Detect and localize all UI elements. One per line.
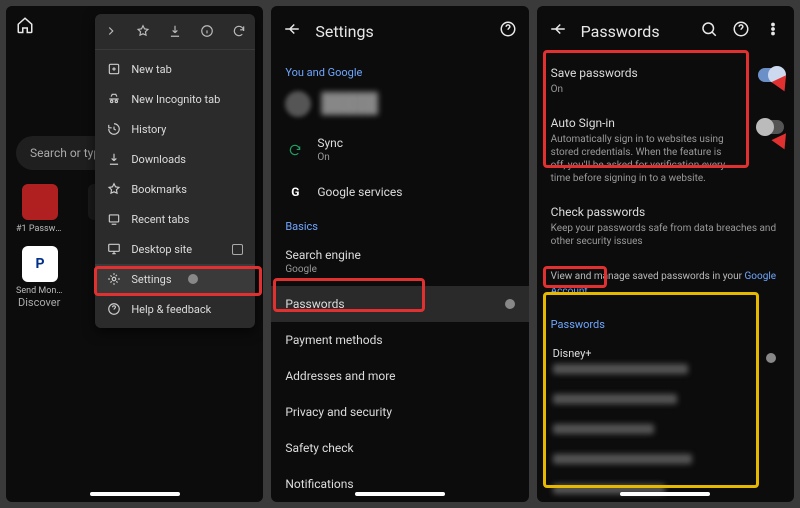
forward-icon[interactable] [104, 24, 118, 41]
menu-help[interactable]: Help & feedback [95, 294, 255, 324]
menu-new-tab[interactable]: New tab [95, 54, 255, 84]
password-entry[interactable] [547, 472, 784, 502]
discover-label: Discover [18, 296, 60, 309]
panel-settings: Settings You and Google ████████████████… [271, 6, 528, 502]
password-entry[interactable] [547, 382, 784, 412]
home-icon[interactable] [16, 16, 34, 37]
shortcut[interactable]: #1 Passwo… [16, 184, 64, 234]
menu-desktop-site[interactable]: Desktop site [95, 234, 255, 264]
row-auto-signin[interactable]: Auto Sign-in Automatically sign in to we… [537, 106, 794, 195]
account-row[interactable]: ████████████████ [271, 83, 528, 125]
password-list: Disney+ [547, 339, 784, 502]
row-payment[interactable]: Payment methods [271, 322, 528, 358]
section-you-google: You and Google [271, 56, 528, 83]
back-icon[interactable] [283, 20, 301, 42]
more-icon[interactable] [764, 20, 782, 42]
checkbox[interactable] [232, 244, 243, 255]
gear-icon [107, 272, 121, 286]
panel-passwords: Passwords Save passwords On Auto Sign-in… [537, 6, 794, 502]
row-sync[interactable]: SyncOn [271, 125, 528, 174]
google-icon: G [285, 185, 305, 199]
help-icon [107, 302, 121, 316]
password-entry[interactable] [547, 442, 784, 472]
badge-dot [505, 299, 515, 309]
menu-incognito[interactable]: New Incognito tab [95, 84, 255, 114]
menu-downloads[interactable]: Downloads [95, 144, 255, 174]
star-icon[interactable] [136, 24, 150, 41]
menu-recent-tabs[interactable]: Recent tabs [95, 204, 255, 234]
row-google-services[interactable]: GGoogle services [271, 174, 528, 210]
badge-dot [188, 274, 198, 284]
history-icon [107, 122, 121, 136]
panel-chrome-menu: Search or type w #1 Passwo… Upw Act PSen… [6, 6, 263, 502]
avatar [285, 91, 311, 117]
plus-icon [107, 62, 121, 76]
download-icon[interactable] [168, 24, 182, 41]
page-title: Settings [315, 22, 484, 41]
star-icon [107, 182, 121, 196]
help-icon[interactable] [499, 20, 517, 42]
row-view-manage[interactable]: View and manage saved passwords in your … [537, 258, 794, 308]
download-icon [107, 152, 121, 166]
menu-history[interactable]: History [95, 114, 255, 144]
back-icon[interactable] [549, 20, 567, 42]
section-basics: Basics [271, 210, 528, 237]
overflow-menu: New tab New Incognito tab History Downlo… [95, 14, 255, 328]
row-privacy[interactable]: Privacy and security [271, 394, 528, 430]
row-search-engine[interactable]: Search engineGoogle [271, 237, 528, 286]
row-safety[interactable]: Safety check [271, 430, 528, 466]
shortcut[interactable]: PSend Mone… [16, 246, 64, 296]
row-save-passwords[interactable]: Save passwords On [537, 56, 794, 106]
row-check-passwords[interactable]: Check passwords Keep your passwords safe… [537, 195, 794, 258]
row-passwords[interactable]: Passwords [271, 286, 528, 322]
info-icon[interactable] [200, 24, 214, 41]
menu-bookmarks[interactable]: Bookmarks [95, 174, 255, 204]
home-indicator [620, 492, 710, 496]
password-entry[interactable]: Disney+ [547, 339, 784, 382]
home-indicator [355, 492, 445, 496]
search-icon[interactable] [700, 20, 718, 42]
row-addresses[interactable]: Addresses and more [271, 358, 528, 394]
page-title: Passwords [581, 22, 686, 41]
badge-dot [766, 353, 776, 363]
desktop-icon [107, 242, 121, 256]
sync-icon [285, 143, 305, 157]
recent-icon [107, 212, 121, 226]
home-indicator [90, 492, 180, 496]
menu-settings[interactable]: Settings [95, 264, 255, 294]
refresh-icon[interactable] [232, 24, 246, 41]
incognito-icon [107, 92, 121, 106]
row-notifications[interactable]: Notifications [271, 466, 528, 502]
help-icon[interactable] [732, 20, 750, 42]
section-passwords: Passwords [537, 308, 794, 335]
password-entry[interactable] [547, 412, 784, 442]
